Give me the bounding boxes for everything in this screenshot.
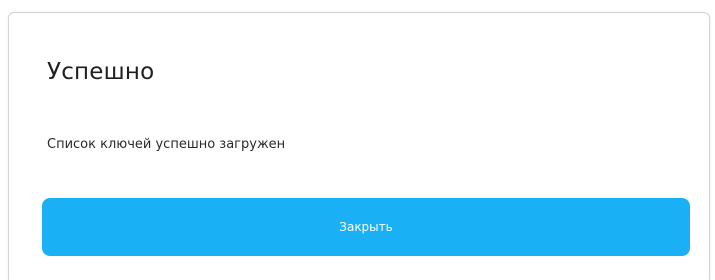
- dialog-message: Список ключей успешно загружен: [47, 137, 286, 152]
- success-dialog: Успешно Список ключей успешно загружен З…: [8, 12, 710, 280]
- dialog-title: Успешно: [47, 59, 155, 85]
- close-button[interactable]: Закрыть: [42, 198, 690, 256]
